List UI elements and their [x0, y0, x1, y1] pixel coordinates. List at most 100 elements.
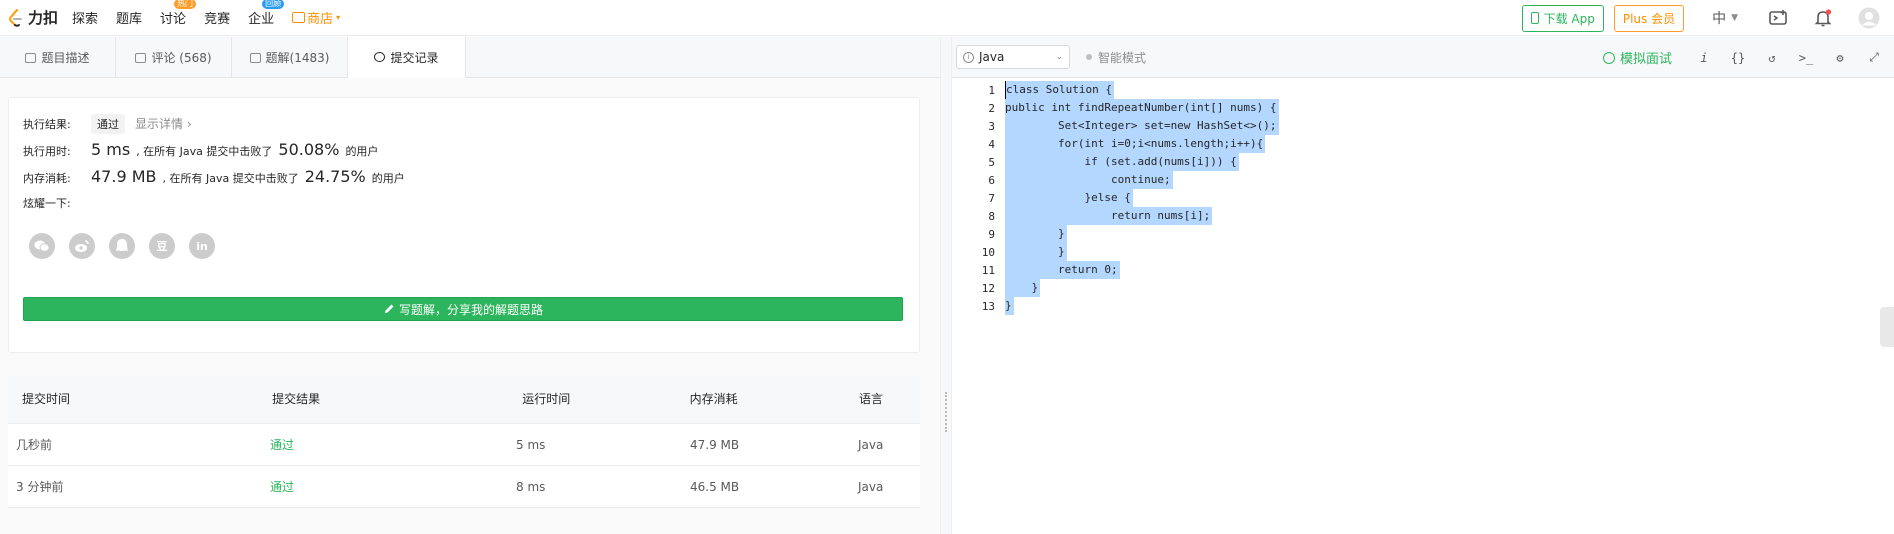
code-line[interactable]: 12 }	[952, 279, 1892, 297]
show-detail-link[interactable]: 显示详情 ›	[135, 115, 192, 132]
memory-text: , 在所有 Java 提交中击败了	[162, 172, 299, 185]
line-number: 8	[988, 209, 995, 223]
panel-splitter[interactable]	[940, 37, 952, 534]
wechat-icon[interactable]	[29, 233, 55, 259]
nav-explore[interactable]: 探索	[72, 8, 98, 27]
nav-contest[interactable]: 竞赛	[204, 8, 230, 27]
code-line[interactable]: 2 public int findRepeatNumber(int[] nums)…	[952, 99, 1892, 117]
qq-icon[interactable]	[109, 233, 135, 259]
language-select-value: Java	[979, 50, 1005, 64]
review-badge: 回顾	[262, 0, 285, 9]
line-number: 12	[981, 281, 995, 295]
settings-icon[interactable]: ⚙	[1832, 51, 1848, 65]
toggle-dot-icon	[1086, 54, 1092, 60]
write-solution-button[interactable]: 写题解，分享我的解题思路	[23, 297, 903, 321]
notification-bell-icon[interactable]	[1813, 8, 1833, 28]
line-number: 4	[988, 137, 995, 151]
tab-solutions[interactable]: 题解(1483)	[232, 37, 348, 78]
douban-icon[interactable]: 豆	[149, 233, 175, 259]
code-line[interactable]: 13}	[952, 297, 1892, 315]
download-app-button[interactable]: 下载 App	[1521, 4, 1604, 32]
mock-interview-button[interactable]: 模拟面试	[1602, 48, 1672, 67]
table-row[interactable]: 几秒前 通过 5 ms 47.9 MB Java	[8, 424, 920, 466]
table-row[interactable]: 3 分钟前 通过 8 ms 46.5 MB Java	[8, 466, 920, 508]
memory-label: 内存消耗:	[23, 172, 71, 185]
tab-description-label: 题目描述	[41, 51, 90, 65]
cell-result[interactable]: 通过	[262, 436, 516, 453]
smart-mode-label: 智能模式	[1098, 50, 1147, 65]
language-switcher[interactable]: 中 ▼	[1712, 8, 1738, 28]
tab-comments-label: 评论 (568)	[151, 51, 212, 65]
status-badge: 通过	[91, 114, 125, 134]
top-navbar: 力扣 探索 题库 讨论 热门 竞赛 企业 回顾 商店 ▾ 下载 App Plus…	[0, 0, 1894, 36]
leetcode-logo-icon	[8, 8, 22, 27]
plus-member-button[interactable]: Plus 会员	[1613, 4, 1685, 32]
code-text: }else {	[1005, 189, 1133, 207]
description-icon	[25, 52, 37, 63]
exec-time-value: 5 ms	[91, 140, 131, 159]
tab-comments[interactable]: 评论 (568)	[116, 37, 232, 78]
write-solution-label: 写题解，分享我的解题思路	[398, 302, 543, 317]
drag-handle-icon	[945, 392, 947, 432]
tab-solutions-label: 题解(1483)	[265, 51, 330, 65]
info-icon[interactable]: i	[1696, 51, 1712, 65]
code-line[interactable]: 6 continue;	[952, 171, 1892, 189]
nav-explore-label: 探索	[72, 12, 99, 27]
code-line[interactable]: 10 }	[952, 243, 1892, 261]
code-text: public int findRepeatNumber(int[] nums) …	[1005, 99, 1279, 117]
cell-runtime: 8 ms	[516, 479, 546, 494]
editor-toolbar: i Java ⌄ 智能模式 模拟面试 i {} ↺ >_ ⚙ ⤢	[952, 37, 1894, 78]
share-label: 炫耀一下:	[23, 197, 71, 210]
line-number: 5	[988, 155, 995, 169]
smart-mode-toggle[interactable]: 智能模式	[1086, 49, 1146, 66]
playground-icon[interactable]	[1768, 8, 1788, 28]
alarm-clock-icon	[1602, 51, 1615, 64]
nav-enterprise[interactable]: 企业 回顾	[248, 0, 285, 27]
language-select[interactable]: i Java ⌄	[956, 45, 1070, 69]
logo-text: 力扣	[28, 9, 59, 27]
console-icon[interactable]: >_	[1798, 51, 1814, 65]
weibo-icon[interactable]	[69, 233, 95, 259]
hot-badge: 热门	[174, 0, 197, 9]
left-panel: 题目描述 评论 (568) 题解(1483) 提交记录 执行结果: 通过 显示详…	[0, 37, 940, 534]
code-line[interactable]: 4 for(int i=0;i<nums.length;i++){	[952, 135, 1892, 153]
code-text: }	[1005, 243, 1067, 261]
cell-result[interactable]: 通过	[262, 478, 516, 495]
nav-discuss[interactable]: 讨论 热门	[160, 0, 197, 27]
code-line[interactable]: 9 }	[952, 225, 1892, 243]
tab-submissions[interactable]: 提交记录	[348, 37, 466, 78]
phone-icon	[1530, 12, 1539, 24]
chevron-down-icon: ⌄	[1055, 52, 1063, 62]
code-line[interactable]: 5 if (set.add(nums[i])) {	[952, 153, 1892, 171]
nav-enterprise-label: 企业	[248, 12, 275, 27]
side-feedback-tab[interactable]	[1880, 307, 1894, 347]
tab-submissions-label: 提交记录	[390, 50, 439, 65]
code-editor[interactable]: 1 class Solution { 2 public int findRepeatN…	[952, 81, 1892, 315]
line-number: 2	[988, 101, 995, 115]
cell-memory: 46.5 MB	[690, 479, 740, 494]
chevron-down-icon: ▾	[336, 13, 341, 22]
code-text: }	[1005, 225, 1067, 243]
cell-language: Java	[858, 479, 884, 494]
code-line[interactable]: 8 return nums[i];	[952, 207, 1892, 225]
fullscreen-icon[interactable]: ⤢	[1866, 50, 1882, 65]
code-text: Set<Integer> set=new HashSet<>();	[1005, 117, 1279, 135]
line-number: 7	[988, 191, 995, 205]
nav-shop[interactable]: 商店 ▾	[292, 8, 340, 27]
code-line[interactable]: 1 class Solution {	[952, 81, 1892, 99]
code-line[interactable]: 7 }else {	[952, 189, 1892, 207]
nav-problemset[interactable]: 题库	[116, 8, 142, 27]
download-app-label: 下载 App	[1543, 11, 1595, 26]
format-code-icon[interactable]: {}	[1730, 51, 1746, 65]
comment-icon	[135, 52, 147, 63]
code-line[interactable]: 3 Set<Integer> set=new HashSet<>();	[952, 117, 1892, 135]
tab-description[interactable]: 题目描述	[0, 37, 116, 78]
memory-suffix: 的用户	[371, 172, 405, 185]
shop-icon	[292, 12, 306, 23]
leetcode-logo[interactable]: 力扣	[8, 7, 58, 28]
code-text: return nums[i];	[1005, 207, 1213, 225]
code-line[interactable]: 11 return 0;	[952, 261, 1892, 279]
linkedin-icon[interactable]: in	[189, 233, 215, 259]
reset-icon[interactable]: ↺	[1764, 51, 1780, 65]
user-avatar-icon[interactable]	[1858, 7, 1880, 29]
